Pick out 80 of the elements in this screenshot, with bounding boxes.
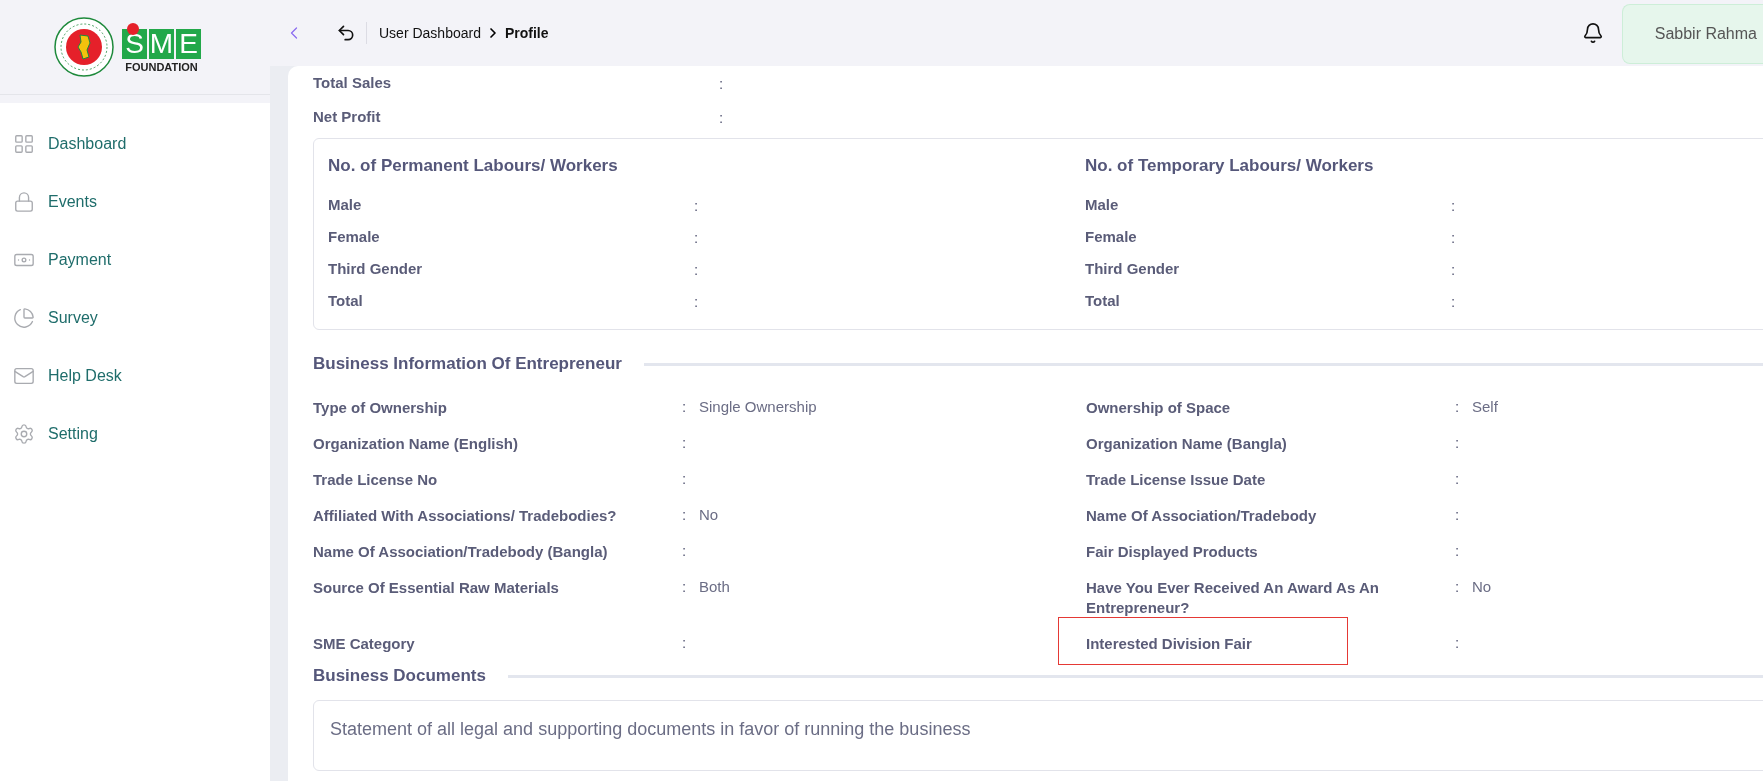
field-label: Name Of Association/Tradebody (Bangla) — [313, 542, 609, 562]
colon-separator: : — [719, 74, 725, 92]
colon-separator: : — [1455, 578, 1461, 595]
logo-letter: M — [149, 29, 174, 59]
colon-separator: : — [1451, 228, 1457, 246]
colon-separator: : — [694, 260, 700, 278]
sidebar-item[interactable]: Events — [0, 173, 270, 231]
field-label: Trade License Issue Date — [1086, 470, 1267, 490]
mail-icon — [13, 365, 35, 387]
field-label: SME Category — [313, 634, 416, 654]
field-label: Total — [328, 291, 364, 311]
settings-icon — [13, 423, 35, 445]
field-label: Source Of Essential Raw Materials — [313, 578, 560, 598]
colon-separator: : — [682, 634, 688, 651]
field-value: No — [1472, 578, 1493, 595]
field-value: No — [699, 506, 720, 523]
colon-separator: : — [682, 470, 688, 487]
logo-letter: S — [122, 29, 147, 59]
back-icon[interactable] — [336, 23, 356, 43]
grid-icon — [13, 133, 35, 155]
colon-separator: : — [1455, 398, 1461, 415]
colon-separator: : — [1455, 634, 1461, 651]
sidebar-item[interactable]: Payment — [0, 231, 270, 289]
pie-chart-icon — [13, 307, 35, 329]
field-value: Self — [1472, 398, 1499, 415]
colon-separator: : — [682, 506, 688, 523]
group-title: No. of Permanent Labours/ Workers — [328, 155, 619, 177]
field-label: Male — [328, 195, 363, 215]
sidebar-item[interactable]: Survey — [0, 289, 270, 347]
sidebar-item[interactable]: Help Desk — [0, 347, 270, 405]
colon-separator: : — [1451, 292, 1457, 310]
lock-icon — [13, 191, 35, 213]
colon-separator: : — [1455, 470, 1461, 487]
field-label: Interested Division Fair — [1086, 634, 1455, 654]
breadcrumb-link[interactable]: User Dashboard — [379, 25, 481, 41]
logo-dot-icon — [127, 23, 139, 35]
colon-separator: : — [1451, 260, 1457, 278]
documents-statement: Statement of all legal and supporting documents in favor of running the business — [330, 719, 972, 740]
logo-subtitle: FOUNDATION — [125, 61, 198, 73]
colon-separator: : — [682, 434, 688, 451]
colon-separator: : — [694, 196, 700, 214]
sidebar-item[interactable]: Dashboard — [0, 115, 270, 173]
colon-separator: : — [1455, 542, 1461, 559]
field-label: Ownership of Space — [1086, 398, 1232, 418]
colon-separator: : — [694, 292, 700, 310]
colon-separator: : — [1455, 434, 1461, 451]
field-label: Male — [1085, 195, 1120, 215]
field-label: Fair Displayed Products — [1086, 542, 1259, 562]
group-title: No. of Temporary Labours/ Workers — [1085, 155, 1375, 177]
colon-separator: : — [682, 542, 688, 559]
field-label: Organization Name (English) — [313, 434, 520, 454]
sidebar-item[interactable]: Setting — [0, 405, 270, 463]
field-label: Third Gender — [328, 259, 424, 279]
field-label: Female — [328, 227, 381, 247]
field-label: Organization Name (Bangla) — [1086, 434, 1288, 454]
field-label: Female — [1085, 227, 1138, 247]
field-label: Total Sales — [313, 73, 393, 93]
colon-separator: : — [719, 108, 725, 126]
logo-letter: E — [176, 29, 201, 59]
field-value: Both — [699, 578, 731, 595]
colon-separator: : — [1451, 196, 1457, 214]
field-label: Third Gender — [1085, 259, 1181, 279]
field-label: Net Profit — [313, 107, 382, 127]
field-label: Type of Ownership — [313, 398, 448, 418]
field-label: Trade License No — [313, 470, 439, 490]
section-title: Business Documents — [313, 665, 486, 687]
bell-icon[interactable] — [1581, 22, 1604, 44]
colon-separator: : — [694, 228, 700, 246]
emblem-drawing — [54, 17, 114, 77]
field-label: Total — [1085, 291, 1121, 311]
colon-separator: : — [1455, 506, 1461, 523]
colon-separator: : — [682, 398, 688, 415]
colon-separator: : — [682, 578, 688, 595]
section-title: Business Information Of Entrepreneur — [313, 353, 622, 375]
field-value: Single Ownership — [699, 398, 818, 415]
field-label: Name Of Association/Tradebody — [1086, 506, 1318, 526]
field-label: Have You Ever Received An Award As An Entrepreneur? — [1086, 578, 1380, 618]
field-label: Affiliated With Associations/ Tradebodies? — [313, 506, 618, 526]
breadcrumb-link[interactable]: Profile — [504, 25, 549, 41]
user-menu-button[interactable]: Sabbir Rahma — [1621, 4, 1763, 64]
